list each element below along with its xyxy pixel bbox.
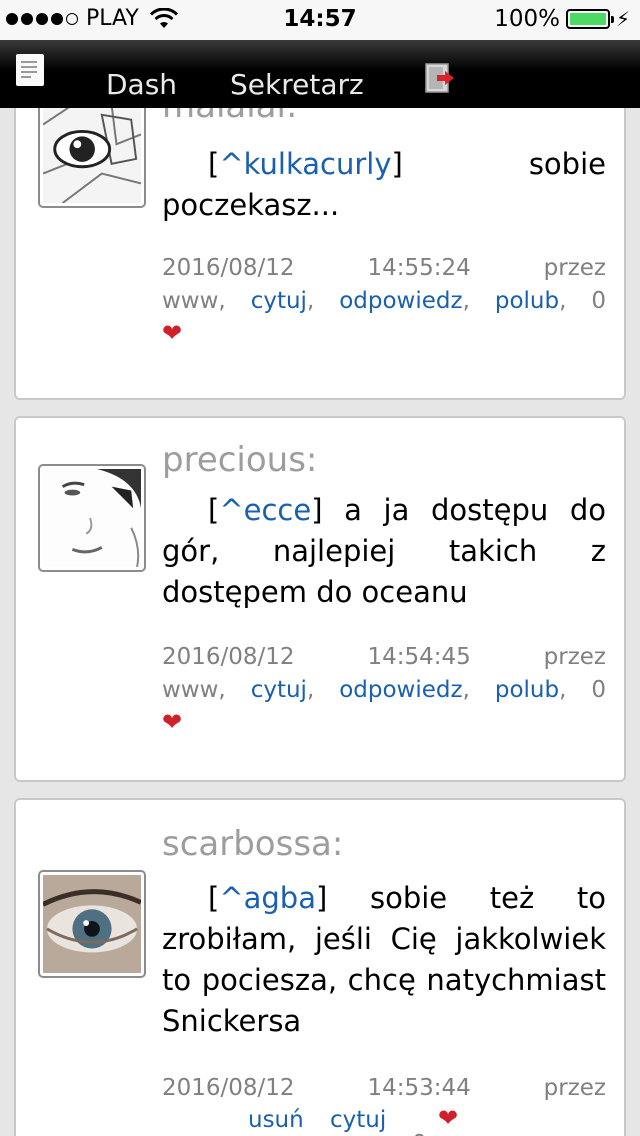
post-by: przez [543,1075,606,1101]
post-card: precious: [^ecce] a ja dostępu do gór, n… [14,416,626,782]
delete-link[interactable]: usuń [248,1107,304,1133]
post-text: [^ecce] a ja dostępu do gór, najlepiej t… [162,493,606,609]
post-username[interactable]: malalai: [162,108,606,126]
post-meta: 2016/08/12 14:53:44 przez [162,1072,606,1105]
quote-link[interactable]: cytuj [251,677,307,703]
post-date: 2016/08/12 [162,255,295,281]
battery-percent: 100% [494,6,560,32]
heart-icon: ❤ [438,1104,459,1132]
top-nav: Dash Sekretarz [0,40,640,108]
reply-link[interactable]: odpowiedz [339,677,462,703]
quote-link[interactable]: cytuj [330,1107,386,1133]
post-time: 14:55:24 [367,255,471,281]
user-avatar[interactable] [38,870,146,978]
battery-icon [565,9,614,29]
post-date: 2016/08/12 [162,644,295,670]
post-via: www, [162,677,226,703]
status-bar: PLAY 14:57 100% ⚡︎ [0,0,640,40]
heart-icon: ❤ [162,319,183,347]
post-body: precious: [^ecce] a ja dostępu do gór, n… [162,440,606,737]
post-body: malalai: [^kulkacurly] sobie poczekasz..… [162,108,606,348]
post-username[interactable]: scarbossa: [162,824,606,864]
mention-link[interactable]: ^ecce [219,493,311,527]
post-actions: www usuń cytuj 0 ❤ [162,1104,606,1136]
logout-icon[interactable] [424,62,456,94]
post-via: www [166,1131,222,1136]
post-actions: www, cytuj, odpowiedz, polub, 0 [162,677,607,703]
mention-link[interactable]: ^kulkacurly [219,147,391,181]
message-feed: malalai: [^kulkacurly] sobie poczekasz..… [0,108,640,1136]
user-avatar[interactable] [38,464,146,572]
post-meta: 2016/08/12 14:55:24 przez [162,252,606,285]
user-avatar[interactable] [38,108,146,208]
like-count: 0 [591,288,607,314]
avatar-image [43,469,141,567]
like-link[interactable]: polub [495,288,559,314]
post-via: www, [162,288,226,314]
mention-link[interactable]: ^agba [219,881,316,915]
nav-sekretarz-link[interactable]: Sekretarz [230,68,364,101]
reply-link[interactable]: odpowiedz [339,288,462,314]
post-text: [^agba] sobie też to zrobiłam, jeśli Cię… [162,881,606,1038]
post-card: scarbossa: [^agba] sobie też to zrobiłam… [14,798,626,1136]
post-actions: www, cytuj, odpowiedz, polub, 0 [162,288,607,314]
avatar-image [43,108,141,203]
post-time: 14:54:45 [367,644,471,670]
charging-icon: ⚡︎ [615,7,630,31]
post-body: scarbossa: [^agba] sobie też to zrobiłam… [162,824,606,1136]
post-card: malalai: [^kulkacurly] sobie poczekasz..… [14,108,626,400]
post-date: 2016/08/12 [162,1075,295,1101]
quote-link[interactable]: cytuj [251,288,307,314]
avatar-image [43,875,141,973]
post-by: przez [543,255,606,281]
post-time: 14:53:44 [367,1075,471,1101]
like-count: 0 [591,677,607,703]
like-link[interactable]: polub [495,677,559,703]
post-username[interactable]: precious: [162,440,606,480]
post-text: [^kulkacurly] sobie poczekasz... [162,147,606,222]
post-by: przez [543,644,606,670]
like-count: 0 [412,1131,427,1136]
document-icon[interactable] [16,54,44,86]
post-meta: 2016/08/12 14:54:45 przez [162,641,606,674]
heart-icon: ❤ [162,708,183,736]
status-right: 100% ⚡︎ [494,6,630,32]
nav-dash-link[interactable]: Dash [106,68,177,101]
